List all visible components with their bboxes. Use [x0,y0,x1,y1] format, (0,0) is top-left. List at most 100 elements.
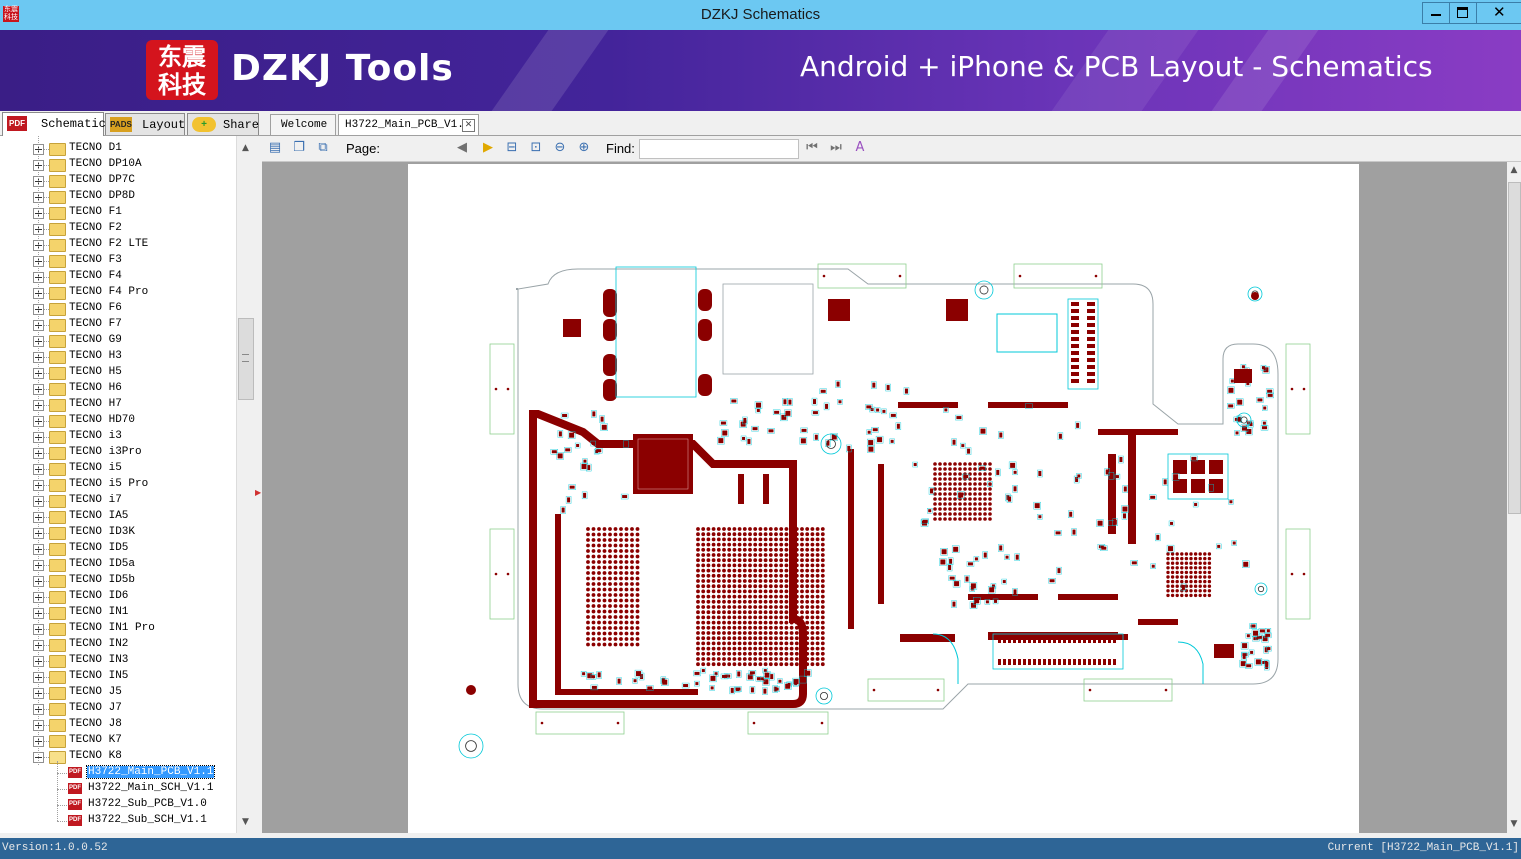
tree-folder-label: TECNO D1 [69,142,122,154]
fit-width-icon[interactable]: ⊟ [504,140,520,156]
tree-folder[interactable]: TECNO G9 [0,333,236,349]
viewer-scrollbar[interactable]: ▲ ▼ [1507,162,1521,833]
zoom-in-icon[interactable]: ⊕ [576,140,592,156]
tree-folder[interactable]: TECNO F1 [0,205,236,221]
tree-folder[interactable]: TECNO IN1 Pro [0,621,236,637]
export-icon[interactable]: ⧉ [315,140,331,156]
copy-icon[interactable]: ❐ [291,140,307,156]
tree-folder[interactable]: TECNO IN5 [0,669,236,685]
folder-icon [49,367,66,380]
zoom-out-icon[interactable]: ⊖ [552,140,568,156]
tree-folder-label: TECNO IN5 [69,670,129,682]
tab-layout[interactable]: PADS Layout [105,113,185,135]
tree-folder[interactable]: TECNO F2 LTE [0,237,236,253]
folder-icon [49,639,66,652]
tree-folder-label: TECNO ID5a [69,558,136,570]
tree-file[interactable]: PDF H3722_Main_SCH_V1.1 [0,781,236,797]
tree-folder[interactable]: TECNO i3Pro [0,445,236,461]
tree-file[interactable]: PDF H3722_Sub_SCH_V1.1 [0,813,236,829]
scroll-thumb[interactable] [238,318,254,400]
tree-folder[interactable]: TECNO IA5 [0,509,236,525]
tree-folder[interactable]: TECNO DP7C [0,173,236,189]
minimize-button[interactable] [1422,2,1450,24]
scroll-up-icon[interactable]: ▲ [237,140,254,157]
prev-page-icon[interactable]: ◀ [454,140,470,156]
tab-schematic-label: Schematic [41,117,106,131]
tree-folder[interactable]: TECNO ID5b [0,573,236,589]
collapse-arrow-icon[interactable]: ▶ [255,488,261,497]
pads-icon: PADS [110,117,132,132]
next-page-icon[interactable]: ▶ [480,140,496,156]
tree-folder[interactable]: TECNO IN1 [0,605,236,621]
folder-icon [49,607,66,620]
folder-icon [49,383,66,396]
tree-folder[interactable]: TECNO ID3K [0,525,236,541]
tree-folder[interactable]: TECNO i7 [0,493,236,509]
viewer-toolbar: ▤ ❐ ⧉ Page: 1 / 2 ◀ ▶ ⊟ ⊡ ⊖ ⊕ Find: ⏮ ⏭ … [262,136,1521,162]
tree-folder-label: TECNO HD70 [69,414,136,426]
tree-folder[interactable]: TECNO D1 [0,141,236,157]
tree-folder[interactable]: TECNO ID5 [0,541,236,557]
scroll-thumb[interactable] [1508,182,1521,514]
title-bar[interactable]: 东震 科技 DZKJ Schematics ✕ [0,0,1521,30]
tree-folder[interactable]: TECNO DP8D [0,189,236,205]
folder-icon [49,543,66,556]
tree-folder[interactable]: TECNO F6 [0,301,236,317]
tree-folder[interactable]: TECNO J5 [0,685,236,701]
document-viewer[interactable] [262,162,1507,833]
tree-folder[interactable]: TECNO HD70 [0,413,236,429]
find-input[interactable] [639,139,799,159]
tree-folder[interactable]: TECNO H3 [0,349,236,365]
tab-schematic[interactable]: PDF Schematic [2,112,106,136]
tree-folder[interactable]: TECNO IN2 [0,637,236,653]
folder-icon [49,175,66,188]
tree-folder[interactable]: TECNO DP10A [0,157,236,173]
scroll-up-icon[interactable]: ▲ [1507,162,1521,179]
pcb-breakaway-tab [867,678,945,702]
tree-folder[interactable]: TECNO F2 [0,221,236,237]
status-bar: Version:1.0.0.52 Current [H3722_Main_PCB… [0,838,1521,859]
tree-folder[interactable]: TECNO H5 [0,365,236,381]
open-icon[interactable]: ▤ [267,140,283,156]
tree-folder[interactable]: TECNO i5 [0,461,236,477]
tree-folder[interactable]: TECNO ID6 [0,589,236,605]
find-prev-icon[interactable]: ⏮ [804,140,820,156]
tree-folder-label: TECNO F2 [69,222,122,234]
scroll-down-icon[interactable]: ▼ [237,814,254,831]
model-tree[interactable]: TECNO D1 TECNO DP10A TECNO DP7C TECNO DP8D T… [0,136,255,833]
doc-tab-welcome-label: Welcome [281,119,328,131]
find-next-icon[interactable]: ⏭ [828,140,844,156]
tree-folder[interactable]: TECNO F7 [0,317,236,333]
doc-tab-welcome[interactable]: Welcome [270,114,336,135]
tree-folder[interactable]: TECNO F3 [0,253,236,269]
doc-tab-main-pcb[interactable]: H3722_Main_PCB_V1.1 ✕ [338,114,479,135]
tree-folder[interactable]: TECNO F4 Pro [0,285,236,301]
folder-icon [49,719,66,732]
tree-folder[interactable]: TECNO H6 [0,381,236,397]
close-button[interactable]: ✕ [1476,2,1521,24]
close-icon[interactable]: ✕ [462,119,475,132]
maximize-button[interactable] [1449,2,1477,24]
fit-page-icon[interactable]: ⊡ [528,140,544,156]
tree-folder[interactable]: TECNO i3 [0,429,236,445]
pdf-icon: PDF [7,116,27,131]
tree-folder[interactable]: TECNO K7 [0,733,236,749]
tree-folder[interactable]: TECNO J7 [0,701,236,717]
tree-folder[interactable]: TECNO H7 [0,397,236,413]
tree-scrollbar[interactable]: ▲ ▼ [236,136,254,833]
tree-folder[interactable]: TECNO K8 [0,749,236,765]
tree-folder[interactable]: TECNO ID5a [0,557,236,573]
folder-icon [49,415,66,428]
tree-folder-label: TECNO i3Pro [69,446,142,458]
tree-folder[interactable]: TECNO J8 [0,717,236,733]
tab-share[interactable]: + Share [187,113,259,135]
highlight-icon[interactable]: A [852,140,868,156]
folder-icon [49,463,66,476]
tree-folder[interactable]: TECNO IN3 [0,653,236,669]
tree-folder[interactable]: TECNO i5 Pro [0,477,236,493]
panel-splitter[interactable]: ▶ [254,136,261,833]
tree-file[interactable]: PDF H3722_Main_PCB_V1.1 [0,765,236,781]
tree-folder[interactable]: TECNO F4 [0,269,236,285]
scroll-down-icon[interactable]: ▼ [1507,816,1521,833]
tree-file[interactable]: PDF H3722_Sub_PCB_V1.0 [0,797,236,813]
